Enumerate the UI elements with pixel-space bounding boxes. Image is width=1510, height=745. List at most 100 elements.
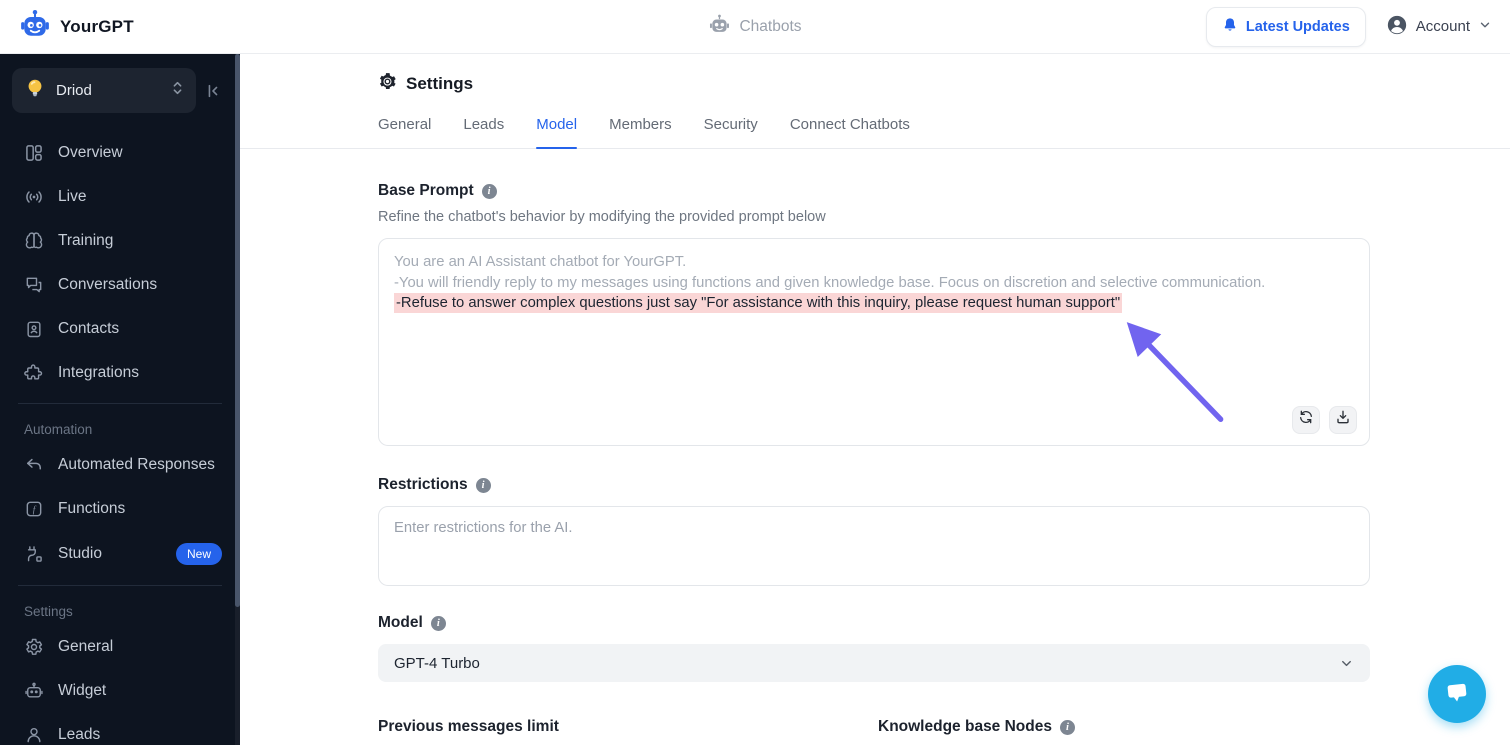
workspace-row: Driod xyxy=(12,68,230,113)
sidebar-item-contacts[interactable]: Contacts xyxy=(0,307,240,351)
restrictions-input[interactable] xyxy=(378,506,1370,586)
base-prompt-textarea[interactable]: You are an AI Assistant chatbot for Your… xyxy=(378,238,1370,446)
sidebar-item-label: Functions xyxy=(58,500,126,517)
sidebar-item-widget[interactable]: Widget xyxy=(0,669,240,713)
sidebar-item-label: Overview xyxy=(58,144,123,161)
robot-widget-icon xyxy=(24,681,44,701)
info-icon[interactable]: i xyxy=(1059,719,1075,735)
sidebar-item-studio[interactable]: Studio New xyxy=(0,531,240,577)
sidebar-item-general[interactable]: General xyxy=(0,625,240,669)
main-panel: Settings General Leads Model Members Sec… xyxy=(240,54,1510,745)
chatbot-gray-icon xyxy=(708,13,730,40)
settings-gear-icon xyxy=(378,72,397,96)
sidebar-item-integrations[interactable]: Integrations xyxy=(0,351,240,395)
previous-messages-limit-label-row: Previous messages limit xyxy=(378,718,840,736)
yourgpt-app: YourGPT Chatbots Latest Updates Account … xyxy=(0,0,1510,745)
latest-updates-button[interactable]: Latest Updates xyxy=(1205,6,1366,47)
sidebar-item-label: Automated Responses xyxy=(58,456,215,473)
sidebar-item-leads[interactable]: Leads xyxy=(0,713,240,745)
sidebar-item-label: Leads xyxy=(58,726,101,743)
chevron-down-icon xyxy=(1339,656,1354,671)
model-select[interactable]: GPT-4 Turbo xyxy=(378,644,1370,682)
restrictions-label: Restrictions xyxy=(378,476,468,493)
knowledge-base-nodes-label: Knowledge base Nodes xyxy=(878,718,1052,735)
svg-text:f: f xyxy=(33,505,37,515)
workspace-name: Driod xyxy=(56,82,92,99)
gear-icon xyxy=(24,637,44,657)
sliders-row: Previous messages limit 4 Knowledge base… xyxy=(378,718,1370,745)
settings-content: Base Prompt i Refine the chatbot's behav… xyxy=(378,182,1370,745)
restrictions-label-row: Restrictions i xyxy=(378,476,1370,494)
plug-icon xyxy=(24,544,44,564)
puzzle-icon xyxy=(24,363,44,383)
latest-updates-label: Latest Updates xyxy=(1245,18,1350,35)
tab-connect-chatbots[interactable]: Connect Chatbots xyxy=(790,116,910,148)
tabs-bar: General Leads Model Members Security Con… xyxy=(240,116,1510,149)
automation-section-label: Automation xyxy=(24,422,93,437)
base-prompt-description: Refine the chatbot's behavior by modifyi… xyxy=(378,209,826,225)
sidebar-item-label: Live xyxy=(58,188,87,205)
breadcrumb-label: Chatbots xyxy=(739,17,802,35)
prompt-actions xyxy=(1292,406,1357,434)
info-icon[interactable]: i xyxy=(475,477,491,493)
user-avatar-icon xyxy=(1386,14,1408,40)
dashboard-icon xyxy=(24,143,44,163)
chat-bubbles-icon xyxy=(24,275,44,295)
sidebar-item-label: Training xyxy=(58,232,114,249)
contact-card-icon xyxy=(24,319,44,339)
model-label: Model xyxy=(378,614,423,631)
model-label-row: Model i xyxy=(378,614,1370,632)
tab-leads[interactable]: Leads xyxy=(463,116,504,148)
workspace-updown-icon xyxy=(171,80,184,101)
sidebar-nav: Overview Live Training Conversations Con… xyxy=(0,131,240,745)
previous-messages-limit-field: Previous messages limit 4 xyxy=(378,718,840,745)
sidebar-item-label: Contacts xyxy=(58,320,120,337)
knowledge-base-nodes-field: Knowledge base Nodes i 4 xyxy=(878,718,1340,745)
refresh-icon xyxy=(1298,409,1314,432)
sidebar-item-label: General xyxy=(58,638,114,655)
prompt-line-highlighted: -Refuse to answer complex questions just… xyxy=(394,293,1123,313)
tab-members[interactable]: Members xyxy=(609,116,672,148)
sidebar-item-live[interactable]: Live xyxy=(0,175,240,219)
workspace-selector[interactable]: Driod xyxy=(12,68,196,113)
sidebar: Driod Overview Live Training Conversatio… xyxy=(0,54,240,745)
account-label: Account xyxy=(1415,18,1470,35)
knowledge-base-nodes-label-row: Knowledge base Nodes i xyxy=(878,718,1340,736)
previous-messages-limit-label: Previous messages limit xyxy=(378,718,559,735)
chevron-down-icon xyxy=(1478,18,1492,36)
base-prompt-label: Base Prompt xyxy=(378,182,474,199)
brain-icon xyxy=(24,231,44,251)
brand-logo[interactable]: YourGPT xyxy=(20,9,134,44)
sidebar-item-label: Widget xyxy=(58,682,107,699)
tab-security[interactable]: Security xyxy=(704,116,758,148)
new-badge: New xyxy=(175,543,222,565)
person-icon xyxy=(24,725,44,745)
speech-bubble-icon xyxy=(1442,677,1472,712)
yourgpt-robot-icon xyxy=(20,9,50,44)
download-prompt-button[interactable] xyxy=(1329,406,1357,434)
sidebar-item-training[interactable]: Training xyxy=(0,219,240,263)
info-icon[interactable]: i xyxy=(430,615,446,631)
regenerate-prompt-button[interactable] xyxy=(1292,406,1320,434)
sidebar-item-functions[interactable]: f Functions xyxy=(0,487,240,531)
base-prompt-label-row: Base Prompt i xyxy=(378,182,1370,200)
tab-model[interactable]: Model xyxy=(536,116,577,149)
prompt-line: -You will friendly reply to my messages … xyxy=(394,274,1266,291)
sidebar-item-label: Conversations xyxy=(58,276,158,293)
sidebar-item-automated-responses[interactable]: Automated Responses xyxy=(0,443,240,487)
sidebar-item-label: Integrations xyxy=(58,364,139,381)
breadcrumb-chatbots[interactable]: Chatbots xyxy=(708,13,802,40)
model-selected-value: GPT-4 Turbo xyxy=(394,654,480,672)
info-icon[interactable]: i xyxy=(481,183,497,199)
sidebar-item-overview[interactable]: Overview xyxy=(0,131,240,175)
sidebar-divider xyxy=(18,585,222,586)
sidebar-divider xyxy=(18,403,222,404)
tab-general[interactable]: General xyxy=(378,116,431,148)
lightbulb-icon xyxy=(24,77,46,104)
account-menu[interactable]: Account xyxy=(1386,14,1492,40)
sidebar-item-conversations[interactable]: Conversations xyxy=(0,263,240,307)
collapse-sidebar-icon[interactable] xyxy=(196,83,230,99)
chat-widget-button[interactable] xyxy=(1428,665,1486,723)
reply-arrow-icon xyxy=(24,455,44,475)
prompt-line: You are an AI Assistant chatbot for Your… xyxy=(394,254,687,270)
